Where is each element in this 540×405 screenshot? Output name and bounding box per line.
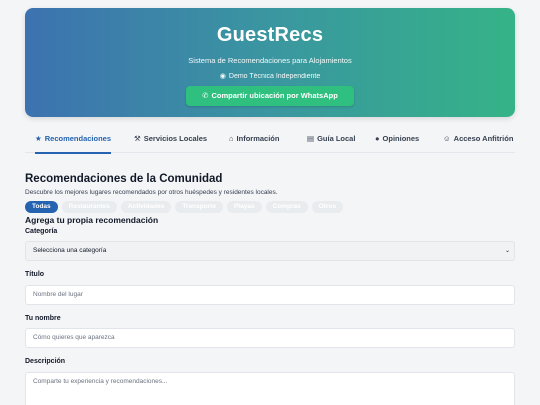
filter-chips: Todas Restaurantes Actividades Transport… [25, 201, 344, 213]
header-banner: GuestRecs Sistema de Recomendaciones par… [25, 8, 515, 117]
whatsapp-button-label: Compartir ubicación por WhatsApp [211, 91, 338, 100]
tab-label: Información [236, 134, 280, 143]
comment-icon: ● [375, 134, 380, 143]
map-pin-icon: ◉ [219, 73, 226, 80]
form-title: Agrega tu propia recomendación [25, 215, 159, 225]
description-placeholder: Comparte tu experiencia y recomendacione… [33, 378, 168, 385]
user-icon: ☺ [443, 134, 451, 143]
tab-servicios-locales[interactable]: ⚒ Servicios Locales [134, 125, 207, 153]
category-select[interactable]: Selecciona una categoría ⌄ [25, 241, 515, 261]
title-placeholder: Nombre del lugar [33, 291, 83, 298]
star-icon: ★ [35, 134, 42, 143]
app-title: GuestRecs [216, 24, 324, 46]
nav-tabs: ★ Recomendaciones ⚒ Servicios Locales ⌂ Inf… [25, 125, 515, 154]
name-label: Tu nombre [25, 315, 61, 322]
chevron-down-icon: ⌄ [504, 248, 510, 254]
name-placeholder: Cómo quieres que aparezca [33, 334, 115, 341]
tab-opiniones[interactable]: ● Opiniones [375, 125, 419, 153]
filter-chip-otros[interactable]: Otros [311, 201, 344, 213]
whatsapp-icon: ✆ [202, 91, 209, 100]
location-line: ◉ Demo Técnica Independiente [25, 72, 515, 80]
tab-label: Recomendaciones [44, 134, 112, 143]
tab-acceso-anfitrion[interactable]: ☺ Acceso Anfitrión [443, 125, 513, 153]
category-selected-value: Selecciona una categoría [33, 247, 107, 254]
tab-label: Servicios Locales [143, 134, 208, 143]
description-textarea[interactable]: Comparte tu experiencia y recomendacione… [25, 372, 515, 405]
filter-chip-compras[interactable]: Compras [265, 201, 308, 213]
tab-label: Guía Local [317, 134, 356, 143]
tools-icon: ⚒ [134, 134, 141, 143]
filter-chip-actividades[interactable]: Actividades [120, 201, 172, 213]
filter-chip-todas[interactable]: Todas [25, 201, 58, 213]
section-title: Recomendaciones de la Comunidad [25, 173, 223, 185]
description-label: Descripción [25, 358, 66, 365]
app-subtitle: Sistema de Recomendaciones para Alojamie… [188, 56, 352, 65]
tab-guia-local[interactable]: ▤ Guía Local [307, 125, 355, 153]
filter-chip-restaurantes[interactable]: Restaurantes [61, 201, 117, 213]
tab-informacion[interactable]: ⌂ Información [229, 125, 279, 153]
tab-recomendaciones[interactable]: ★ Recomendaciones [35, 125, 112, 154]
title-input[interactable]: Nombre del lugar [25, 285, 515, 305]
location-text: Demo Técnica Independiente [228, 73, 321, 80]
filter-chip-playas[interactable]: Playas [226, 201, 262, 213]
tab-label: Opiniones [382, 134, 420, 143]
tab-label: Acceso Anfitrión [453, 134, 514, 143]
category-label: Categoría [25, 228, 58, 235]
title-label: Título [25, 271, 45, 278]
book-icon: ▤ [307, 134, 315, 143]
filter-chip-transporte[interactable]: Transporte [175, 201, 223, 213]
whatsapp-share-button[interactable]: ✆ Compartir ubicación por WhatsApp [186, 86, 354, 106]
section-description: Descubre los mejores lugares recomendado… [25, 189, 278, 196]
name-input[interactable]: Cómo quieres que aparezca [25, 328, 515, 348]
home-icon: ⌂ [229, 134, 234, 143]
